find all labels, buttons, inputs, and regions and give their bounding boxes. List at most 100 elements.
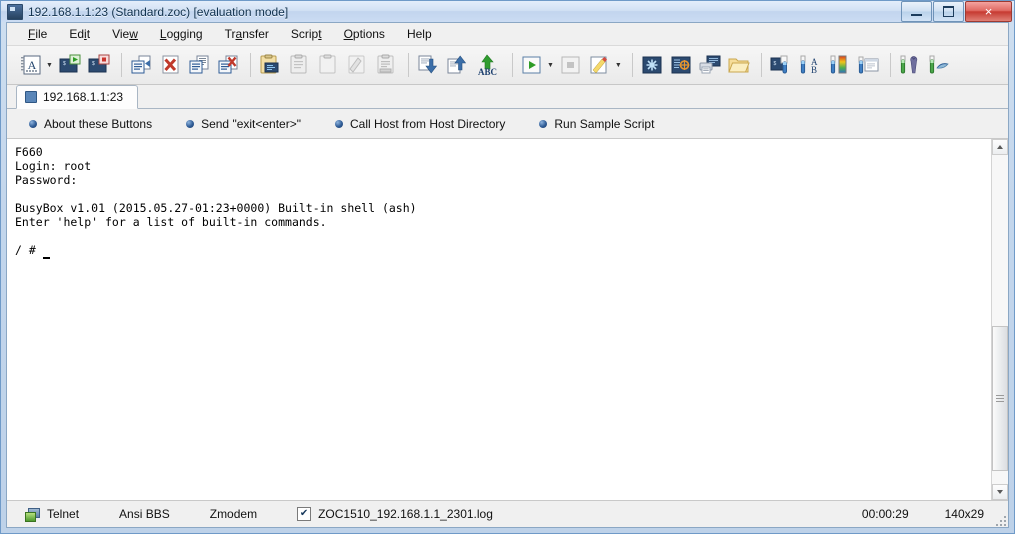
button-run-sample-script[interactable]: Run Sample Script	[539, 117, 654, 131]
scrollbar-thumb[interactable]	[992, 326, 1008, 471]
terminal-tab-icon	[25, 91, 37, 103]
session-profile-icon[interactable]: $	[768, 52, 794, 78]
clear-screen-icon[interactable]	[157, 52, 183, 78]
status-bar: Telnet Ansi BBS Zmodem ✔ ZOC1510_192.168…	[7, 500, 1008, 527]
tab-192-168-1-1-23[interactable]: 192.168.1.1:23	[16, 85, 139, 109]
terminal-cursor	[42, 243, 50, 259]
host-directory-icon[interactable]	[668, 52, 694, 78]
resize-grip-icon[interactable]	[994, 514, 1006, 526]
tab-label: 192.168.1.1:23	[43, 90, 124, 104]
color-settings-icon[interactable]	[826, 52, 852, 78]
clear-scrollback-icon[interactable]	[215, 52, 241, 78]
menu-view[interactable]: View	[101, 24, 149, 44]
bullet-icon	[29, 119, 37, 128]
new-window-icon[interactable]	[639, 52, 665, 78]
tab-strip: 192.168.1.1:23	[7, 85, 1008, 109]
menu-edit[interactable]: Edit	[58, 24, 101, 44]
toolbar-separator	[511, 53, 513, 77]
button-label: Call Host from Host Directory	[350, 116, 506, 131]
button-label: Run Sample Script	[554, 116, 655, 131]
button-send-exit[interactable]: Send "exit<enter>"	[186, 117, 301, 131]
clipboard-mark-icon[interactable]	[344, 52, 370, 78]
bullet-icon	[539, 119, 548, 128]
toolbar-separator	[631, 53, 633, 77]
run-script-icon[interactable]	[519, 52, 545, 78]
maximize-button[interactable]	[933, 1, 964, 22]
tools-options-icon[interactable]	[897, 52, 923, 78]
device-settings-icon[interactable]	[926, 52, 952, 78]
menu-bar: File Edit View Logging Transfer Script O…	[7, 23, 1008, 45]
clipboard-empty-icon[interactable]	[315, 52, 341, 78]
button-about-these-buttons[interactable]: About these Buttons	[29, 117, 152, 131]
paste-to-host-icon[interactable]	[128, 52, 154, 78]
bullet-icon	[186, 119, 195, 128]
menu-logging[interactable]: Logging	[149, 24, 214, 44]
connection-type-label: Telnet	[47, 507, 80, 521]
toolbar-separator	[249, 53, 251, 77]
start-session-icon[interactable]: $	[57, 52, 83, 78]
log-checkbox[interactable]: ✔	[297, 507, 312, 521]
toolbar-separator	[120, 53, 122, 77]
status-dimensions: 140x29	[944, 507, 984, 521]
title-bar: 192.168.1.1:23 (Standard.zoc) [evaluatio…	[1, 1, 1014, 22]
svg-text:$: $	[773, 61, 776, 67]
menu-help[interactable]: Help	[396, 24, 443, 44]
terminal-output[interactable]: F660 Login: root Password: BusyBox v1.01…	[7, 139, 991, 500]
download-file-icon[interactable]	[415, 52, 441, 78]
open-folder-icon[interactable]	[726, 52, 752, 78]
status-log-file[interactable]: ✔ ZOC1510_192.168.1.1_2301.log	[297, 507, 493, 521]
scroll-down-icon	[997, 490, 1003, 494]
edit-script-icon[interactable]	[587, 52, 613, 78]
terminal-text: F660 Login: root Password: BusyBox v1.01…	[15, 145, 417, 257]
log-file-label: ZOC1510_192.168.1.1_2301.log	[318, 507, 493, 521]
status-transfer-protocol[interactable]: Zmodem	[210, 507, 257, 521]
terminal-scrollbar[interactable]	[991, 139, 1008, 500]
window-settings-icon[interactable]	[855, 52, 881, 78]
terminal-area: F660 Login: root Password: BusyBox v1.01…	[7, 139, 1008, 500]
status-emulation[interactable]: Ansi BBS	[119, 507, 170, 521]
button-call-host-from-host-directory[interactable]: Call Host from Host Directory	[335, 117, 505, 131]
stop-script-icon[interactable]	[558, 52, 584, 78]
telnet-icon	[25, 507, 40, 522]
maximize-icon	[943, 6, 954, 17]
toolbar: A ▼ $ $ ABC ▼ ▼ $ A B	[7, 45, 1008, 85]
button-bar: About these Buttons Send "exit<enter>" C…	[7, 109, 1008, 139]
window-title: 192.168.1.1:23 (Standard.zoc) [evaluatio…	[28, 4, 289, 19]
clipboard-print-icon[interactable]	[373, 52, 399, 78]
close-button[interactable]: ×	[965, 1, 1012, 22]
menu-file[interactable]: File	[17, 24, 58, 44]
upload-file-icon[interactable]	[444, 52, 470, 78]
svg-text:B: B	[811, 65, 817, 75]
chevron-down-icon[interactable]: ▼	[46, 62, 53, 69]
button-label: Send "exit<enter>"	[201, 116, 301, 131]
svg-text:A: A	[28, 58, 37, 72]
session-log-icon[interactable]	[697, 52, 723, 78]
chevron-down-icon[interactable]: ▼	[547, 62, 554, 69]
menu-script[interactable]: Script	[280, 24, 333, 44]
menu-options[interactable]: Options	[333, 24, 396, 44]
scrollbar-track[interactable]	[992, 155, 1008, 484]
scroll-down-button[interactable]	[992, 484, 1008, 500]
status-right-group: 00:00:29 140x29	[862, 507, 984, 521]
chevron-down-icon[interactable]: ▼	[615, 62, 622, 69]
toolbar-separator	[889, 53, 891, 77]
status-elapsed-time: 00:00:29	[861, 507, 909, 521]
stop-session-icon[interactable]: $	[86, 52, 112, 78]
minimize-button[interactable]	[901, 1, 932, 22]
svg-text:ABC: ABC	[478, 67, 497, 76]
status-connection-type[interactable]: Telnet	[25, 507, 80, 522]
window-controls: ×	[901, 1, 1012, 22]
minimize-icon	[911, 13, 922, 16]
clipboard-paste-icon[interactable]	[257, 52, 283, 78]
font-settings-icon[interactable]: A B	[797, 52, 823, 78]
scrollbar-grip-icon	[996, 393, 1004, 404]
clipboard-copy-icon[interactable]	[286, 52, 312, 78]
scroll-up-icon	[997, 145, 1003, 149]
send-text-abc-icon[interactable]: ABC	[473, 52, 503, 78]
new-session-icon[interactable]: A	[18, 52, 44, 78]
zoc-terminal-window: 192.168.1.1:23 (Standard.zoc) [evaluatio…	[0, 0, 1015, 534]
menu-transfer[interactable]: Transfer	[214, 24, 280, 44]
print-screen-icon[interactable]	[186, 52, 212, 78]
button-label: About these Buttons	[44, 116, 153, 131]
scroll-up-button[interactable]	[992, 139, 1008, 155]
